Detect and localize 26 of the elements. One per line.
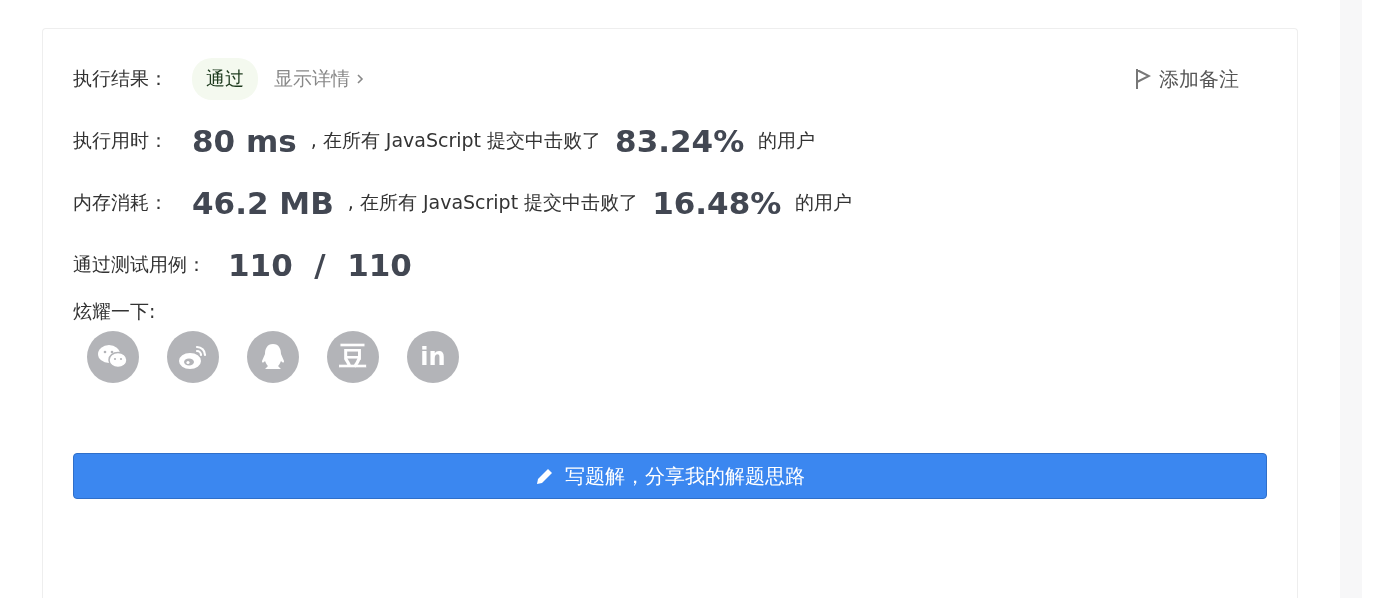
stat-value: 80 ms xyxy=(192,123,297,159)
penguin-icon[interactable] xyxy=(247,331,299,383)
field-label: 通过测试用例： xyxy=(73,252,206,277)
test-count: 110 / 110 xyxy=(228,247,412,283)
share-label: 炫耀一下: xyxy=(73,299,157,324)
stat-text: 的用户 xyxy=(795,190,853,215)
field-label: 内存消耗： xyxy=(73,190,168,215)
flag-icon xyxy=(1135,68,1151,90)
percent-value: 16.48% xyxy=(652,185,782,221)
pencil-icon xyxy=(535,466,555,486)
details-link[interactable]: 显示详情 xyxy=(274,66,364,92)
field-label: 执行用时： xyxy=(73,128,168,153)
stat-text: , 在所有 JavaScript 提交中击败了 xyxy=(310,128,602,153)
status-badge: 通过 xyxy=(192,58,258,100)
write-solution-button[interactable]: 写题解，分享我的解题思路 xyxy=(73,453,1267,499)
wechat-icon[interactable] xyxy=(87,331,139,383)
add-note-button[interactable]: 添加备注 xyxy=(1129,64,1245,94)
weibo-icon[interactable] xyxy=(167,331,219,383)
chevron-icon xyxy=(356,73,364,85)
douban-icon[interactable]: 豆 xyxy=(327,331,379,383)
linkedin-icon[interactable]: in xyxy=(407,331,459,383)
field-label: 执行结果： xyxy=(73,66,168,91)
stat-text: 的用户 xyxy=(758,128,816,153)
percent-value: 83.24% xyxy=(615,123,745,159)
stat-text: , 在所有 JavaScript 提交中击败了 xyxy=(347,190,639,215)
stat-value: 46.2 MB xyxy=(192,185,334,221)
